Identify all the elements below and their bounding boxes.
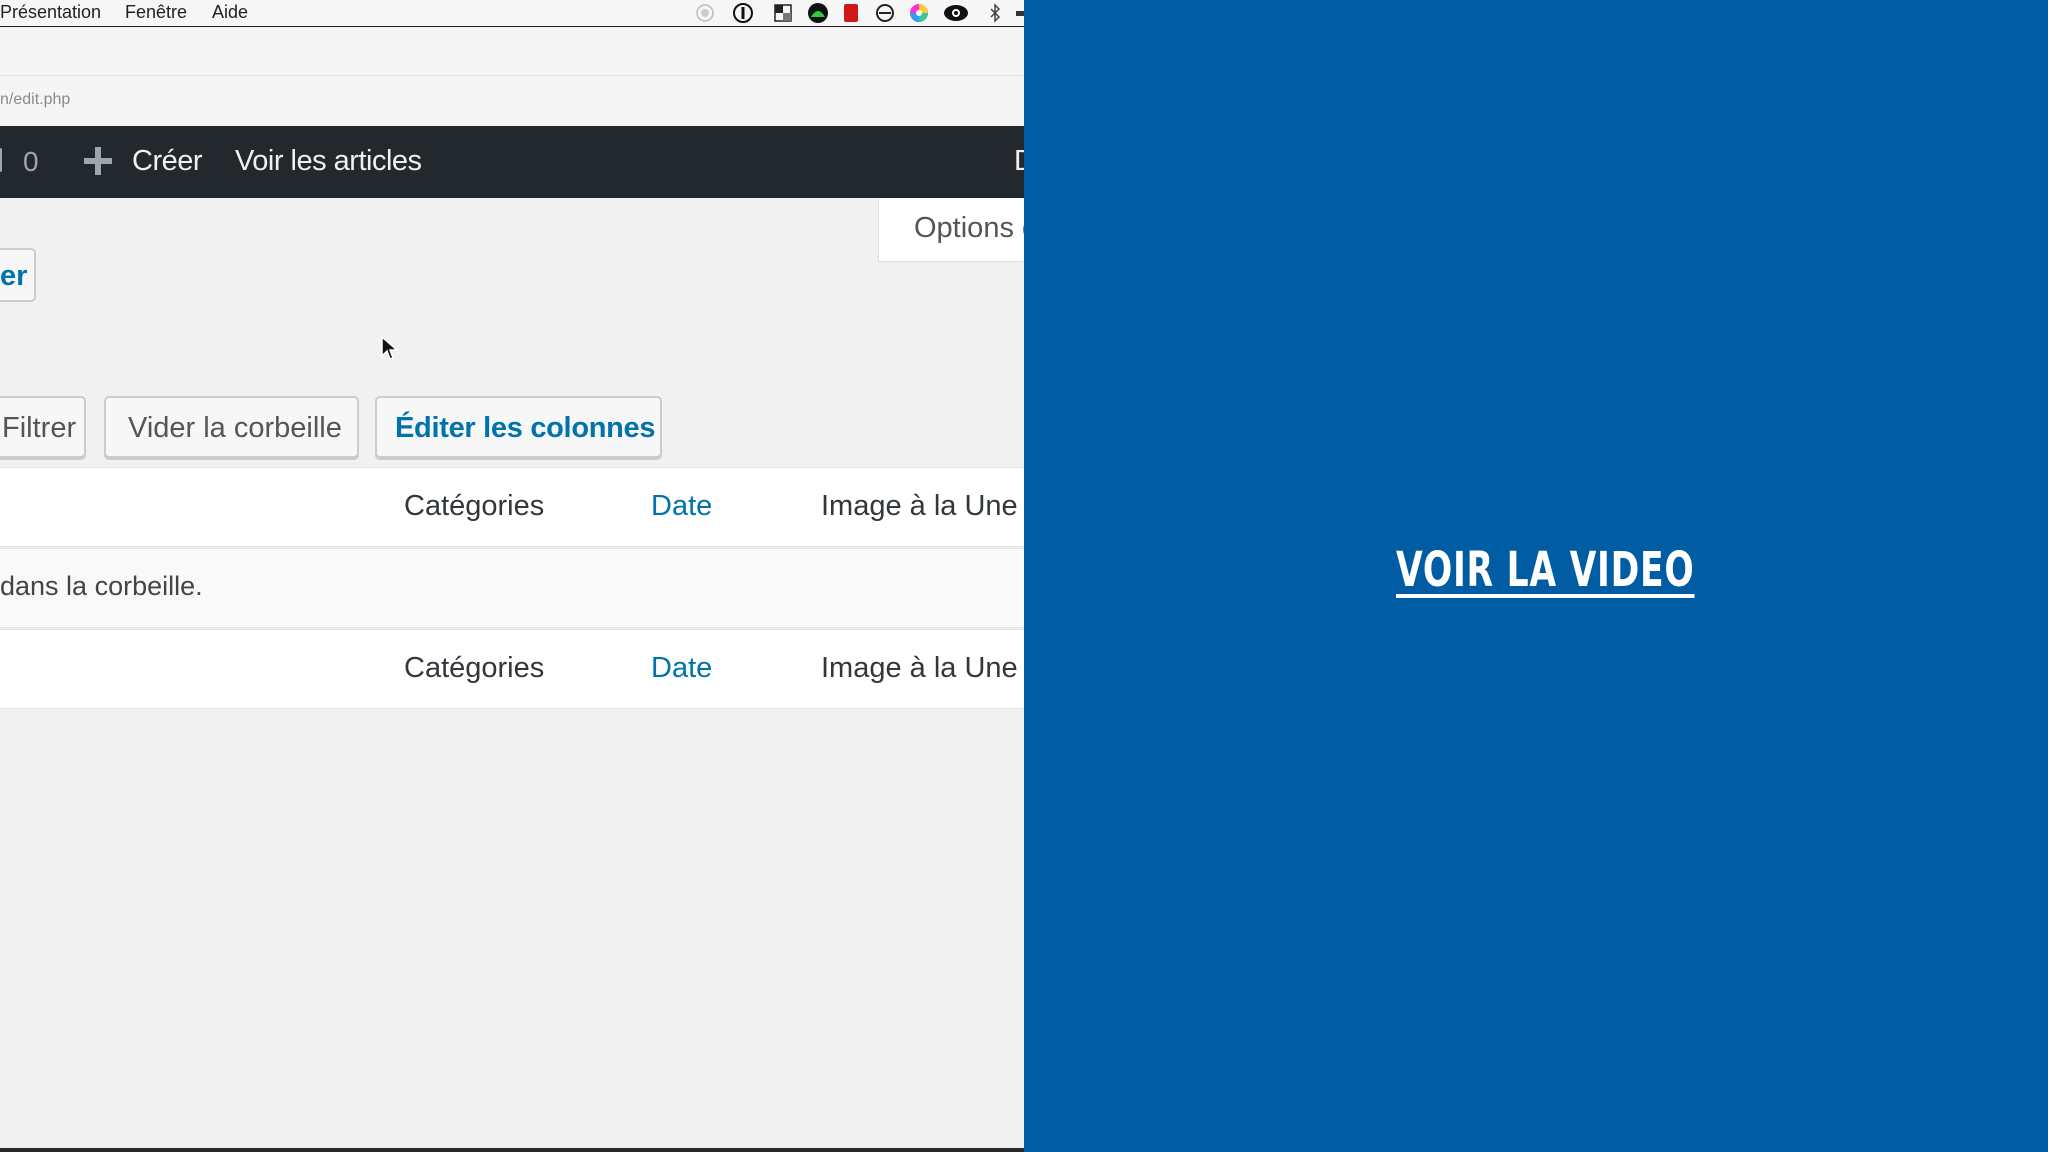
wp-admin-bar: 0 Créer Voir les articles D — [0, 126, 1024, 198]
watch-video-link[interactable]: VOIR LA VIDEO — [1396, 542, 1694, 598]
url-text[interactable]: n/edit.php — [0, 91, 70, 109]
grid-app-icon[interactable] — [772, 2, 794, 24]
column-header-date[interactable]: Date — [651, 490, 712, 523]
column-footer-featured-image: Image à la Une — [821, 652, 1018, 684]
color-wheel-icon[interactable] — [908, 2, 930, 24]
wifi-icon[interactable] — [1016, 2, 1024, 24]
green-dot-icon[interactable] — [807, 2, 829, 24]
mouse-cursor-icon — [381, 336, 399, 360]
page-title-action-label: er — [0, 260, 28, 292]
edit-columns-button[interactable]: Éditer les colonnes — [375, 396, 662, 458]
filter-button[interactable]: Filtrer — [0, 396, 86, 458]
window-bottom-edge — [0, 1148, 1024, 1152]
create-menu[interactable]: Créer — [132, 145, 203, 178]
filter-button-label: Filtrer — [2, 412, 77, 444]
promo-panel: VOIR LA VIDEO — [1024, 0, 2048, 1152]
view-posts-link[interactable]: Voir les articles — [235, 145, 422, 178]
menu-help[interactable]: Aide — [212, 2, 248, 23]
comment-count[interactable]: 0 — [23, 146, 39, 178]
screen-options-label: Options d — [914, 212, 1024, 244]
comments-icon[interactable] — [0, 148, 2, 172]
browser-window: Présentation Fenêtre Aide n/edit.php 0 C… — [0, 0, 1024, 1152]
table-header-row: Catégories Date Image à la Une — [0, 467, 1024, 547]
edit-columns-button-label: Éditer les colonnes — [395, 412, 656, 444]
empty-trash-button[interactable]: Vider la corbeille — [104, 396, 359, 458]
empty-table-message: dans la corbeille. — [0, 571, 203, 601]
column-footer-date[interactable]: Date — [651, 652, 712, 685]
info-icon[interactable] — [732, 2, 754, 24]
address-bar[interactable]: n/edit.php — [0, 77, 1024, 126]
screen-options-tab[interactable]: Options d — [878, 198, 1024, 262]
mac-menubar: Présentation Fenêtre Aide — [0, 0, 1024, 27]
record-icon[interactable] — [694, 2, 716, 24]
red-app-icon[interactable] — [840, 2, 862, 24]
column-header-featured-image: Image à la Une — [821, 490, 1018, 522]
forbidden-icon[interactable] — [874, 2, 896, 24]
menu-presentation[interactable]: Présentation — [0, 2, 101, 23]
table-row: dans la corbeille. — [0, 548, 1024, 628]
page-title-action-button[interactable]: er — [0, 248, 36, 302]
plus-icon[interactable] — [80, 143, 116, 179]
eye-icon[interactable] — [942, 2, 970, 24]
column-header-categories: Catégories — [404, 490, 545, 522]
browser-toolbar — [0, 28, 1024, 76]
empty-trash-button-label: Vider la corbeille — [128, 412, 342, 444]
table-footer-row: Catégories Date Image à la Une — [0, 629, 1024, 709]
bluetooth-icon[interactable] — [984, 2, 1006, 24]
admin-bar-right-item[interactable]: D — [1014, 145, 1024, 178]
menu-window[interactable]: Fenêtre — [125, 2, 187, 23]
column-footer-categories: Catégories — [404, 652, 545, 684]
